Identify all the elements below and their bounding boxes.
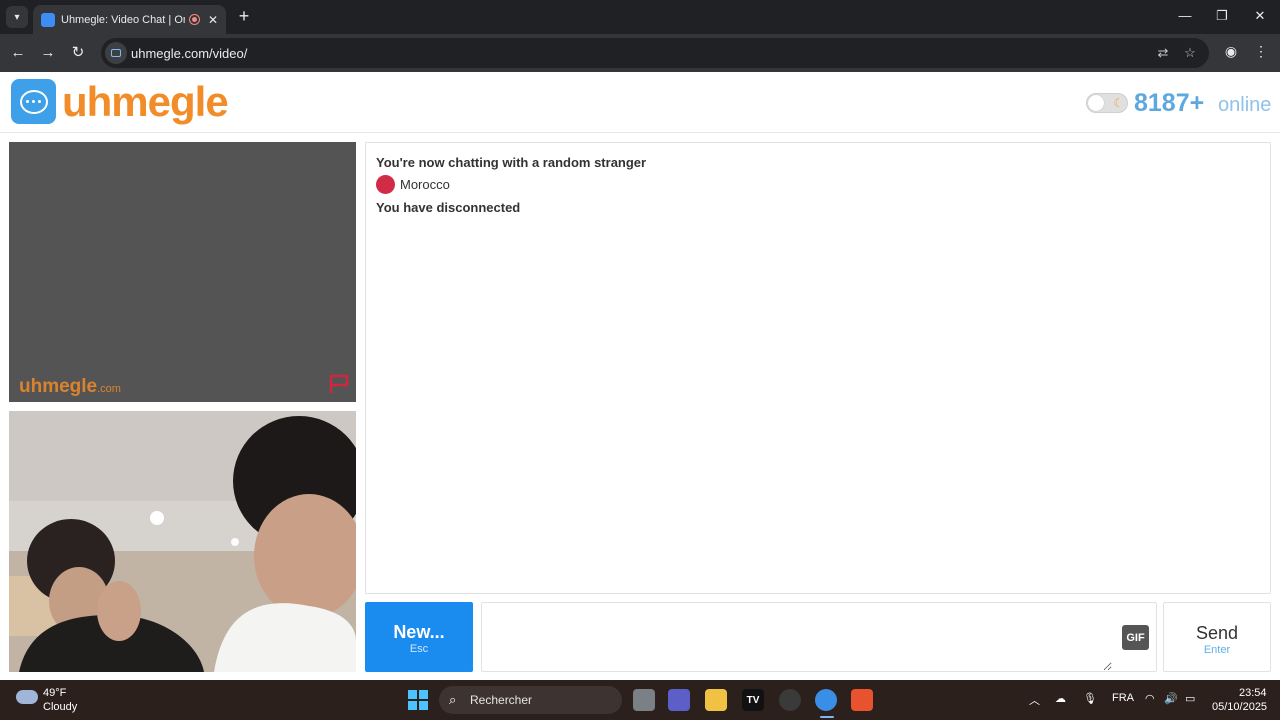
taskbar-search-placeholder: Rechercher xyxy=(470,693,533,707)
address-url[interactable]: uhmegle.com/video/ xyxy=(131,46,247,61)
morocco-flag-icon xyxy=(376,175,395,194)
minimize-icon[interactable]: — xyxy=(1177,8,1193,23)
watermark-tld: .com xyxy=(97,383,121,395)
moon-icon: ☾ xyxy=(1113,96,1124,110)
volume-icon[interactable]: 🔊 xyxy=(1164,692,1178,705)
onedrive-icon[interactable]: ☁ xyxy=(1055,692,1066,705)
camera-feed-image xyxy=(9,411,356,672)
task-view-icon[interactable] xyxy=(633,689,655,711)
toggle-knob xyxy=(1088,95,1104,111)
file-explorer-icon[interactable] xyxy=(705,689,727,711)
chat-intro-message: You're now chatting with a random strang… xyxy=(376,155,647,170)
maximize-icon[interactable]: ❐ xyxy=(1214,8,1230,24)
new-button-label: New... xyxy=(393,622,445,642)
site-header: uhmegle ☾ 8187+ online xyxy=(0,72,1280,133)
tray-overflow-icon[interactable]: ︿ xyxy=(1029,692,1040,708)
microphone-icon[interactable]: 🎙 xyxy=(1083,692,1097,705)
chat-bubble-icon[interactable] xyxy=(11,79,56,124)
tab-title: Uhmegle: Video Chat | Ome xyxy=(61,13,185,26)
message-box[interactable]: GIF xyxy=(481,602,1157,672)
language-indicator[interactable]: FRA xyxy=(1112,692,1134,704)
chrome-active-indicator xyxy=(820,716,834,718)
send-button-hint: Enter xyxy=(1203,644,1231,656)
disconnect-message: You have disconnected xyxy=(376,200,521,215)
chrome-icon[interactable] xyxy=(815,689,837,711)
self-camera-video xyxy=(9,411,356,672)
clock-time[interactable]: 23:54 xyxy=(1239,687,1267,699)
video-watermark: uhmegle.com xyxy=(19,376,121,398)
site-logo[interactable]: uhmegle xyxy=(62,78,229,126)
browser-toolbar: ← → ↻ uhmegle.com/video/ ⇄ ☆ ◉ ⋮ xyxy=(0,34,1280,72)
online-count: 8187+ xyxy=(1134,89,1205,117)
close-icon[interactable]: ✕ xyxy=(208,13,218,27)
gif-button[interactable]: GIF xyxy=(1122,625,1149,650)
battery-icon[interactable]: ▭ xyxy=(1185,692,1195,705)
taskbar-search[interactable]: ⌕ Rechercher xyxy=(439,686,622,714)
country-name: Morocco xyxy=(400,177,450,192)
site-favicon-icon xyxy=(41,12,55,27)
search-icon: ⌕ xyxy=(449,692,457,707)
windows-start-icon[interactable] xyxy=(408,690,428,710)
teams-icon[interactable] xyxy=(668,689,690,711)
reload-icon[interactable]: ↻ xyxy=(68,43,88,63)
browser-tab-bar: ▾ Uhmegle: Video Chat | Ome ✕ + — ❐ ✕ xyxy=(0,0,1280,34)
forward-icon[interactable]: → xyxy=(38,43,58,63)
stranger-video: uhmegle.com xyxy=(9,142,356,402)
watermark-brand: uhmegle xyxy=(19,376,98,397)
translate-icon[interactable]: ⇄ xyxy=(1155,45,1171,61)
weather-temperature[interactable]: 49°F xyxy=(43,687,66,699)
dark-mode-toggle[interactable]: ☾ xyxy=(1086,93,1128,113)
menu-icon[interactable]: ⋮ xyxy=(1252,43,1270,60)
windows-taskbar: 49°F Cloudy ⌕ Rechercher TV ︿ ☁ 🎙 FRA ◠ … xyxy=(0,680,1280,720)
window-close-icon[interactable]: ✕ xyxy=(1252,8,1268,24)
recording-icon xyxy=(188,14,200,25)
brave-icon[interactable] xyxy=(851,689,873,711)
send-button-label: Send xyxy=(1195,623,1239,643)
cloud-icon[interactable] xyxy=(16,690,38,704)
stranger-country: Morocco xyxy=(376,175,1260,194)
send-button[interactable]: Send Enter xyxy=(1163,602,1271,672)
weather-condition[interactable]: Cloudy xyxy=(43,701,77,713)
profile-icon[interactable]: ◉ xyxy=(1222,43,1240,60)
new-button-hint: Esc xyxy=(409,643,429,655)
report-flag-icon[interactable] xyxy=(328,374,350,394)
tradingview-icon[interactable]: TV xyxy=(742,689,764,711)
chat-log: You're now chatting with a random strang… xyxy=(365,142,1271,594)
clock-date[interactable]: 05/10/2025 xyxy=(1212,701,1267,713)
bookmark-star-icon[interactable]: ☆ xyxy=(1182,45,1198,61)
tab-search-icon[interactable]: ▾ xyxy=(6,6,28,28)
address-bar[interactable]: uhmegle.com/video/ ⇄ ☆ xyxy=(101,38,1209,68)
wifi-icon[interactable]: ◠ xyxy=(1145,692,1155,705)
back-icon[interactable]: ← xyxy=(8,43,28,63)
new-chat-button[interactable]: New... Esc xyxy=(365,602,473,672)
new-tab-icon[interactable]: + xyxy=(235,7,253,25)
browser-tab[interactable]: Uhmegle: Video Chat | Ome ✕ xyxy=(33,5,226,34)
message-input[interactable] xyxy=(482,603,1112,671)
online-label: online xyxy=(1218,94,1272,116)
site-info-icon[interactable] xyxy=(105,42,127,64)
obs-icon[interactable] xyxy=(779,689,801,711)
